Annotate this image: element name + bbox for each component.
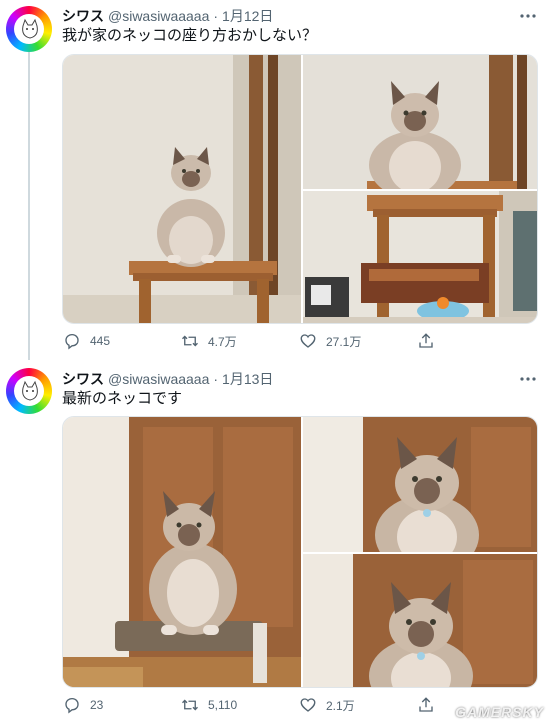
tweet-header: シワス @siwasiwaaaaa · 1月13日	[62, 369, 273, 389]
tweet-text: 最新のネッコです	[62, 390, 183, 407]
author-handle[interactable]: @siwasiwaaaaa	[108, 371, 209, 387]
tweet-date[interactable]: 1月12日	[222, 6, 273, 26]
media-photo[interactable]	[303, 55, 537, 189]
tweet-actions: 23 5,110 2.1万	[62, 694, 482, 716]
share-button[interactable]	[416, 694, 446, 716]
avatar[interactable]	[6, 6, 52, 52]
media-photo[interactable]	[303, 191, 537, 323]
reply-icon	[62, 695, 82, 715]
tweet-header: シワス @siwasiwaaaaa · 1月12日	[62, 6, 273, 26]
cat-avatar-icon	[22, 18, 38, 39]
like-button[interactable]: 2.1万	[298, 694, 416, 716]
retweet-count: 5,110	[208, 698, 238, 712]
heart-icon	[298, 695, 318, 715]
tweet-actions: 445 4.7万 27.1万	[62, 330, 482, 352]
retweet-count: 4.7万	[208, 334, 237, 349]
watermark: GAMERSKY	[455, 704, 544, 720]
media-photo[interactable]	[63, 417, 301, 687]
like-count: 27.1万	[326, 334, 362, 349]
heart-icon	[298, 331, 318, 351]
reply-icon	[62, 331, 82, 351]
reply-count: 23	[90, 698, 104, 712]
tweet[interactable]: シワス @siwasiwaaaaa · 1月13日 最新のネッコです 23 5,…	[0, 362, 550, 724]
retweet-icon	[180, 695, 200, 715]
share-button[interactable]	[416, 330, 446, 352]
tweet[interactable]: シワス @siwasiwaaaaa · 1月12日 我が家のネッコの座り方おかし…	[0, 0, 550, 362]
like-count: 2.1万	[326, 698, 355, 713]
media-photo[interactable]	[63, 55, 301, 323]
cat-avatar-icon	[22, 380, 38, 401]
reply-button[interactable]: 23	[62, 694, 180, 716]
retweet-button[interactable]: 5,110	[180, 694, 298, 716]
retweet-icon	[180, 331, 200, 351]
author-name[interactable]: シワス	[62, 6, 104, 26]
retweet-button[interactable]: 4.7万	[180, 330, 298, 352]
reply-button[interactable]: 445	[62, 330, 180, 352]
media-grid	[62, 54, 538, 324]
media-photo[interactable]	[303, 417, 537, 552]
author-handle[interactable]: @siwasiwaaaaa	[108, 8, 209, 24]
more-icon[interactable]	[518, 6, 538, 26]
more-icon[interactable]	[518, 369, 538, 389]
separator-dot: ·	[213, 371, 219, 387]
share-icon	[416, 695, 436, 715]
author-name[interactable]: シワス	[62, 369, 104, 389]
media-grid	[62, 416, 538, 688]
thread-line	[28, 52, 30, 360]
avatar[interactable]	[6, 368, 52, 414]
media-photo[interactable]	[303, 554, 537, 687]
separator-dot: ·	[213, 8, 219, 24]
share-icon	[416, 331, 436, 351]
tweet-text: 我が家のネッコの座り方おかしない？	[62, 27, 318, 44]
tweet-date[interactable]: 1月13日	[222, 369, 273, 389]
like-button[interactable]: 27.1万	[298, 330, 416, 352]
reply-count: 445	[90, 334, 111, 348]
